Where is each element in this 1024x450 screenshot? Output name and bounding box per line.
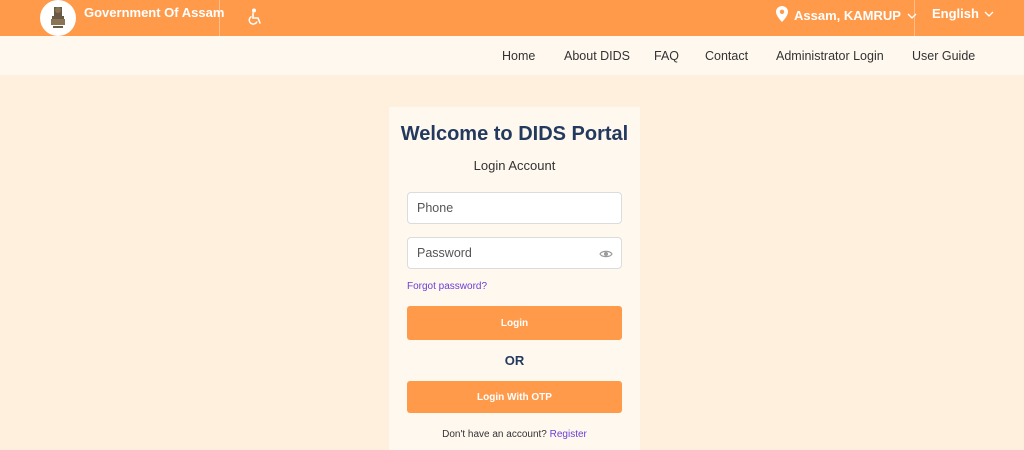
nav-contact[interactable]: Contact [705,49,748,63]
login-with-otp-button[interactable]: Login With OTP [407,381,622,413]
location-selector[interactable]: Assam, KAMRUP [776,6,917,25]
login-card: Welcome to DIDS Portal Login Account For… [389,107,640,450]
login-button[interactable]: Login [407,306,622,340]
nav-about-dids[interactable]: About DIDS [564,49,630,63]
nav-administrator-login[interactable]: Administrator Login [776,49,884,63]
signup-prompt-text: Don't have an account? [442,429,547,440]
nav-home[interactable]: Home [502,49,535,63]
state-emblem-icon[interactable] [40,0,76,36]
signup-prompt: Don't have an account? Register [389,429,640,440]
language-selector[interactable]: English [932,6,994,21]
chevron-down-icon [907,8,917,23]
phone-input[interactable] [408,193,621,223]
header-divider [914,0,915,36]
main-nav: Home About DIDS FAQ Contact Administrato… [0,36,1024,75]
eye-icon[interactable] [599,247,613,261]
forgot-password-link[interactable]: Forgot password? [407,281,487,292]
location-label: Assam, KAMRUP [794,8,901,23]
login-subtitle: Login Account [473,158,556,173]
page-title: Welcome to DIDS Portal [400,123,629,145]
or-separator: OR [504,353,525,368]
language-label: English [932,6,979,21]
location-pin-icon [776,6,788,25]
chevron-down-icon [984,6,994,21]
nav-user-guide[interactable]: User Guide [912,49,975,63]
top-header-bar: Government Of Assam Assam, KAMRUP Englis… [0,0,1024,36]
accessibility-icon[interactable] [247,8,263,26]
register-link[interactable]: Register [550,429,587,440]
password-field [407,237,622,269]
password-input[interactable] [408,238,621,268]
phone-field [407,192,622,224]
nav-faq[interactable]: FAQ [654,49,679,63]
government-title[interactable]: Government Of Assam [84,5,224,20]
header-divider [219,0,220,36]
